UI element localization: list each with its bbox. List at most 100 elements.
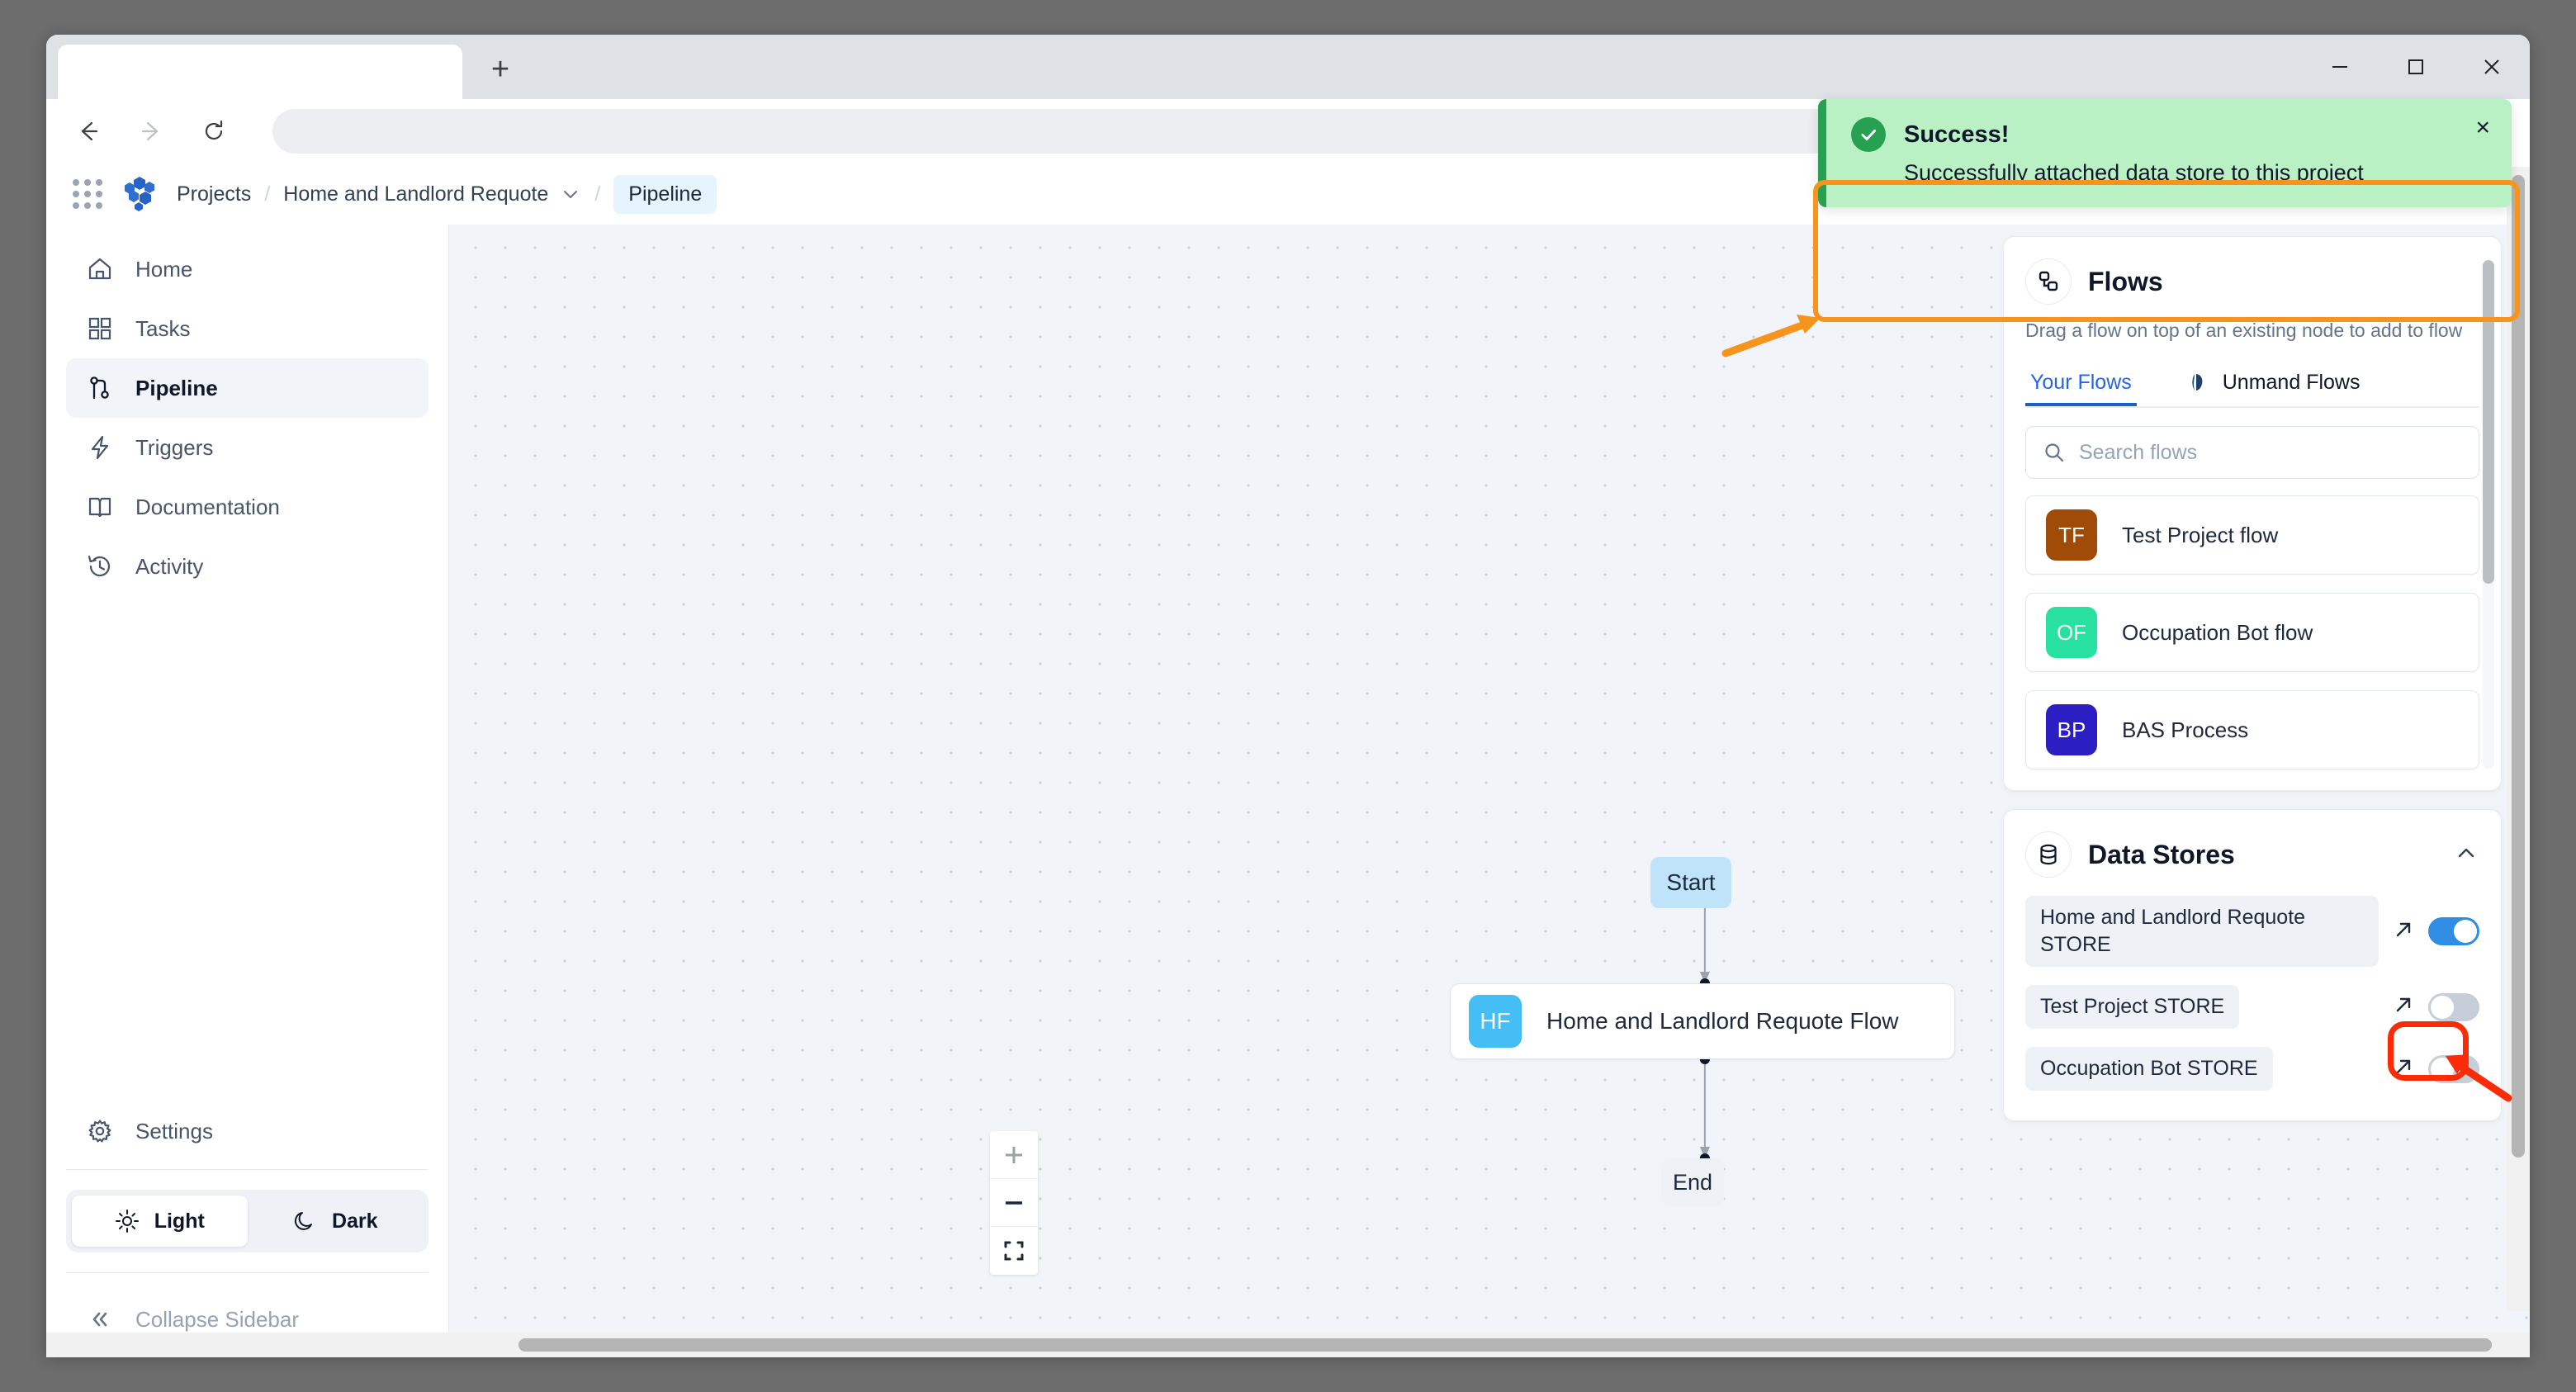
flow-avatar: TF <box>2046 509 2097 561</box>
flows-panel-scrollbar[interactable] <box>2483 260 2494 769</box>
breadcrumb-project-label: Home and Landlord Requote <box>283 182 548 206</box>
zoom-out-button[interactable] <box>990 1179 1038 1227</box>
right-rail: Flows Drag a flow on top of an existing … <box>2003 236 2502 1121</box>
toast-close-button[interactable]: × <box>2475 114 2490 142</box>
breadcrumb: Projects / Home and Landlord Requote / P… <box>177 175 717 214</box>
page-horizontal-scrollbar-thumb[interactable] <box>519 1338 2492 1352</box>
fit-view-button[interactable] <box>990 1227 1038 1275</box>
theme-option-dark[interactable]: Dark <box>248 1196 424 1247</box>
lightning-bolt-icon <box>86 433 114 462</box>
back-arrow-icon <box>73 116 103 146</box>
data-store-row: Home and Landlord Requote STORE <box>2025 896 2479 967</box>
open-data-store-button[interactable] <box>2392 918 2415 945</box>
maximize-button[interactable] <box>2378 35 2454 99</box>
flows-list: TF Test Project flow OF Occupation Bot f… <box>2025 495 2479 769</box>
list-item[interactable]: BP BAS Process <box>2025 690 2479 769</box>
sidebar-item-label: Settings <box>135 1119 213 1144</box>
sidebar-divider-2 <box>66 1272 429 1273</box>
pipeline-node-end-label: End <box>1673 1170 1712 1196</box>
close-window-button[interactable] <box>2454 35 2530 99</box>
flow-avatar: BP <box>2046 704 2097 755</box>
sidebar-item-label: Triggers <box>135 435 213 461</box>
clock-history-icon <box>86 552 114 580</box>
tab-your-flows-label: Your Flows <box>2030 371 2132 395</box>
tab-unmand-flows-label: Unmand Flows <box>2223 371 2361 395</box>
flow-nodes-icon <box>2025 258 2072 305</box>
flows-panel-title: Flows <box>2088 267 2163 297</box>
back-button[interactable] <box>68 111 109 152</box>
collapse-sidebar-label: Collapse Sidebar <box>135 1307 299 1333</box>
sidebar-item-label: Tasks <box>135 316 190 342</box>
forward-button[interactable] <box>130 111 172 152</box>
canvas-zoom-controls <box>990 1131 1038 1275</box>
tab-unmand-flows[interactable]: Unmand Flows <box>2180 362 2365 406</box>
data-store-name: Home and Landlord Requote STORE <box>2025 896 2379 967</box>
breadcrumb-project[interactable]: Home and Landlord Requote <box>283 182 581 206</box>
list-item[interactable]: OF Occupation Bot flow <box>2025 593 2479 672</box>
pipeline-node-start[interactable]: Start <box>1650 857 1731 908</box>
open-data-store-button[interactable] <box>2392 993 2415 1020</box>
list-item[interactable]: TF Test Project flow <box>2025 495 2479 575</box>
check-circle-icon <box>1851 117 1886 152</box>
pipeline-node-label: Home and Landlord Requote Flow <box>1546 1008 1898 1035</box>
browser-tab-strip: + <box>46 35 2530 99</box>
theme-option-light[interactable]: Light <box>72 1196 248 1247</box>
sidebar-item-home[interactable]: Home <box>66 239 429 299</box>
git-branch-icon <box>86 374 114 402</box>
window-controls <box>2302 35 2530 99</box>
reload-button[interactable] <box>193 111 234 152</box>
flows-panel-subtitle: Drag a flow on top of an existing node t… <box>2025 318 2479 343</box>
data-store-name: Test Project STORE <box>2025 985 2239 1029</box>
flows-panel-scrollbar-thumb[interactable] <box>2483 260 2494 584</box>
flows-search-box[interactable] <box>2025 426 2479 479</box>
minimize-icon <box>2327 54 2352 79</box>
pipeline-canvas[interactable]: Start HF Home and Landlord Requote Flow … <box>449 225 2530 1357</box>
page-vertical-scrollbar-thumb[interactable] <box>2512 175 2525 1158</box>
data-store-toggle[interactable] <box>2428 993 2479 1021</box>
sidebar-item-label: Activity <box>135 554 203 580</box>
apps-grid-icon[interactable] <box>73 179 102 209</box>
sidebar-item-settings[interactable]: Settings <box>66 1101 429 1161</box>
pipeline-node-end[interactable]: End <box>1661 1158 1724 1206</box>
data-store-row: Occupation Bot STORE <box>2025 1047 2479 1091</box>
arrow-up-right-icon <box>2392 993 2415 1016</box>
desktop-backdrop: + <box>0 0 2576 1392</box>
sidebar-item-tasks[interactable]: Tasks <box>66 299 429 358</box>
data-store-toggle[interactable] <box>2428 1055 2479 1083</box>
data-stores-header: Data Stores <box>2025 831 2479 878</box>
page-vertical-scrollbar[interactable] <box>2507 167 2530 1311</box>
double-chevron-left-icon <box>86 1305 114 1333</box>
sidebar-item-label: Home <box>135 257 192 282</box>
tab-your-flows[interactable]: Your Flows <box>2025 362 2137 406</box>
toast-title: Success! <box>1904 121 2009 149</box>
sidebar-item-pipeline[interactable]: Pipeline <box>66 358 429 418</box>
zoom-in-button[interactable] <box>990 1131 1038 1179</box>
forward-arrow-icon <box>136 116 166 146</box>
hexagon-cluster-logo[interactable] <box>121 175 159 213</box>
sidebar-item-documentation[interactable]: Documentation <box>66 477 429 537</box>
data-store-toggle[interactable] <box>2428 917 2479 945</box>
toast-message: Successfully attached data store to this… <box>1904 160 2487 186</box>
minimize-button[interactable] <box>2302 35 2378 99</box>
sidebar-item-activity[interactable]: Activity <box>66 537 429 596</box>
search-input[interactable] <box>2079 441 2462 465</box>
grid-squares-icon <box>86 315 114 343</box>
breadcrumb-projects[interactable]: Projects <box>177 182 251 206</box>
success-toast: Success! Successfully attached data stor… <box>1818 99 2512 207</box>
sidebar-item-triggers[interactable]: Triggers <box>66 418 429 477</box>
open-data-store-button[interactable] <box>2392 1055 2415 1082</box>
collapse-data-stores-button[interactable] <box>2453 840 2479 870</box>
browser-tab[interactable] <box>58 45 462 99</box>
new-tab-button[interactable]: + <box>474 43 527 96</box>
sidebar-item-label: Pipeline <box>135 376 218 401</box>
sidebar-spacer <box>66 596 429 1101</box>
gear-icon <box>86 1117 114 1145</box>
sun-icon <box>115 1209 140 1233</box>
page-horizontal-scrollbar[interactable] <box>46 1333 2530 1357</box>
search-icon <box>2043 441 2066 464</box>
flow-initials: BP <box>2057 717 2086 743</box>
pipeline-node-flow[interactable]: HF Home and Landlord Requote Flow <box>1450 983 1955 1059</box>
breadcrumb-current-pipeline[interactable]: Pipeline <box>613 175 717 214</box>
flow-avatar: OF <box>2046 607 2097 658</box>
pipeline-node-initials: HF <box>1480 1008 1510 1035</box>
